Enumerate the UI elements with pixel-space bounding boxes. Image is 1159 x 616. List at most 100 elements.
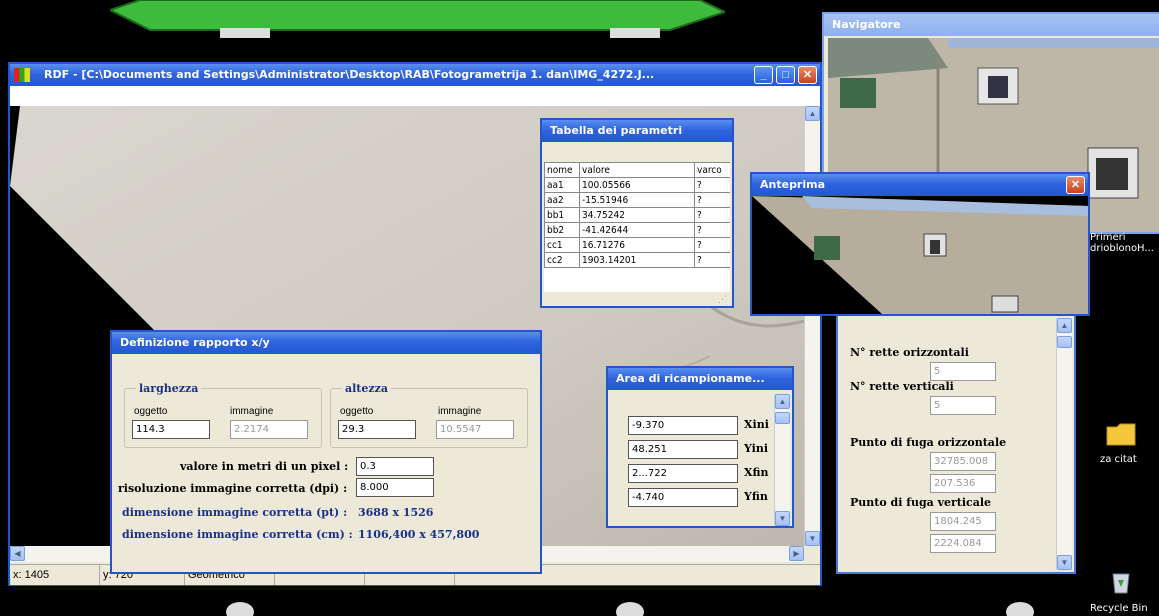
- navigatore-title: Navigatore: [832, 18, 901, 31]
- pixel-input[interactable]: 0.3: [356, 457, 434, 476]
- anteprima-close-button[interactable]: ✕: [1066, 176, 1085, 194]
- table-row[interactable]: cc2 1903.14201?: [544, 252, 730, 268]
- folder-icon: [1106, 423, 1136, 446]
- scroll-down-button[interactable]: ▼: [805, 531, 820, 546]
- cell-varco[interactable]: ?: [694, 207, 730, 223]
- cell-valore[interactable]: 1903.14201: [579, 252, 695, 268]
- anteprima-photo: [752, 196, 1088, 314]
- yfin-label: Yfin: [744, 490, 768, 503]
- scroll-left-button[interactable]: ◀: [10, 546, 25, 561]
- anteprima-window: Anteprima ✕: [750, 172, 1090, 316]
- rette-verticali-label: N° rette verticali: [850, 380, 954, 393]
- app-icon: [14, 68, 30, 82]
- parametri-table: nome valore varco aa1 100.05566? aa2 -15.5…: [544, 162, 730, 268]
- fuga-verticale-y[interactable]: 2224.084: [930, 534, 996, 553]
- rapporto-title: Definizione rapporto x/y: [120, 336, 270, 349]
- area-scroll-thumb[interactable]: [775, 412, 790, 424]
- cell-nome: cc1: [544, 237, 580, 253]
- desktop-folder-icon[interactable]: za citat: [1100, 420, 1150, 470]
- table-row[interactable]: cc1 16.71276?: [544, 237, 730, 253]
- cell-nome: bb2: [544, 222, 580, 238]
- parametri-header-row: nome valore varco: [544, 162, 730, 178]
- anteprima-titlebar[interactable]: Anteprima: [752, 174, 1088, 196]
- desktop-green-banner: [110, 0, 725, 38]
- fuga-orizzontale-x[interactable]: 32785.008: [930, 452, 996, 471]
- area-scrollbar[interactable]: ▲ ▼: [774, 394, 790, 526]
- area-row-list: -9.370 Xini 48.251 Yini 2...722 Xfin -4.…: [612, 396, 772, 524]
- larg-oggetto-input[interactable]: 114.3: [132, 420, 210, 439]
- close-button[interactable]: ✕: [798, 66, 817, 84]
- area-title: Area di ricampioname...: [616, 372, 765, 385]
- xini-label: Xini: [744, 418, 769, 431]
- col-valore[interactable]: valore: [579, 162, 695, 178]
- desktop-icon-label[interactable]: Primeri drioblonoH...: [1090, 232, 1158, 254]
- table-row[interactable]: aa2 -15.51946?: [544, 192, 730, 208]
- cell-valore[interactable]: -41.42644: [579, 222, 695, 238]
- area-scroll-down[interactable]: ▼: [775, 511, 790, 526]
- area-titlebar[interactable]: Area di ricampioname...: [608, 368, 792, 390]
- parametri-titlebar[interactable]: Tabella dei parametri: [542, 120, 732, 142]
- recycle-bin-icon: [1112, 573, 1130, 594]
- dim-px-label: dimensione immagine corretta (pt) :: [122, 506, 348, 519]
- dim-px-value: 3688 x 1526: [358, 506, 434, 519]
- xini-input[interactable]: -9.370: [628, 416, 738, 435]
- rette-scrollbar[interactable]: ▲ ▼: [1056, 318, 1072, 570]
- scroll-up-button[interactable]: ▲: [805, 106, 820, 121]
- navigatore-titlebar[interactable]: Navigatore: [824, 14, 1159, 36]
- dim-cm-label: dimensione immagine corretta (cm) :: [122, 528, 353, 541]
- area-window: Area di ricampioname... -9.370 Xini 48.2…: [606, 366, 794, 528]
- recycle-bin-label: Recycle Bin: [1090, 603, 1148, 614]
- minimize-button[interactable]: _: [754, 66, 773, 84]
- rette-scroll-thumb[interactable]: [1057, 336, 1072, 348]
- cell-valore[interactable]: -15.51946: [579, 192, 695, 208]
- rette-panel: N° rette orizzontali 5 N° rette vertical…: [836, 312, 1076, 574]
- scroll-right-button[interactable]: ▶: [789, 546, 804, 561]
- table-row[interactable]: bb2 -41.42644?: [544, 222, 730, 238]
- larg-immagine-label: immagine: [230, 406, 274, 417]
- xfin-input[interactable]: 2...722: [628, 464, 738, 483]
- cell-valore[interactable]: 100.05566: [579, 177, 695, 193]
- col-varco[interactable]: varco: [694, 162, 730, 178]
- alt-immagine-input[interactable]: 10.5547: [436, 420, 514, 439]
- alt-oggetto-input[interactable]: 29.3: [338, 420, 416, 439]
- table-row[interactable]: aa1 100.05566?: [544, 177, 730, 193]
- fuga-orizzontale-y[interactable]: 207.536: [930, 474, 996, 493]
- alt-immagine-label: immagine: [438, 406, 482, 417]
- resize-grip-icon[interactable]: ⋰: [718, 294, 728, 304]
- col-nome[interactable]: nome: [544, 162, 580, 178]
- desktop-recycle-bin[interactable]: Recycle Bin: [1090, 570, 1156, 616]
- yini-input[interactable]: 48.251: [628, 440, 738, 459]
- rette-orizzontali-input[interactable]: 5: [930, 362, 996, 381]
- rette-scroll-up[interactable]: ▲: [1057, 318, 1072, 333]
- maximize-button[interactable]: □: [776, 66, 795, 84]
- rette-orizzontali-label: N° rette orizzontali: [850, 346, 969, 359]
- cell-varco[interactable]: ?: [694, 252, 730, 268]
- cell-varco[interactable]: ?: [694, 237, 730, 253]
- fuga-verticale-x[interactable]: 1804.245: [930, 512, 996, 531]
- parametri-window: Tabella dei parametri nome valore varco …: [540, 118, 734, 308]
- cell-varco[interactable]: ?: [694, 177, 730, 193]
- yini-label: Yini: [744, 442, 769, 455]
- risoluzione-label: risoluzione immagine corretta (dpi) :: [118, 482, 348, 495]
- larg-immagine-input[interactable]: 2.2174: [230, 420, 308, 439]
- anteprima-preview: [752, 196, 1088, 314]
- risoluzione-input[interactable]: 8.000: [356, 478, 434, 497]
- main-window-title: RDF - [C:\Documents and Settings\Adminis…: [44, 68, 655, 81]
- yfin-input[interactable]: -4.740: [628, 488, 738, 507]
- altezza-label: altezza: [342, 382, 392, 395]
- alt-oggetto-label: oggetto: [340, 406, 374, 417]
- parametri-table-area: nome valore varco aa1 100.05566? aa2 -15.5…: [544, 162, 730, 292]
- rette-verticali-input[interactable]: 5: [930, 396, 996, 415]
- cell-nome: aa1: [544, 177, 580, 193]
- rette-scroll-down[interactable]: ▼: [1057, 555, 1072, 570]
- rapporto-titlebar[interactable]: Definizione rapporto x/y: [112, 332, 540, 354]
- table-row[interactable]: bb1 34.75242?: [544, 207, 730, 223]
- cell-varco[interactable]: ?: [694, 192, 730, 208]
- larg-oggetto-label: oggetto: [134, 406, 168, 417]
- main-window-titlebar[interactable]: RDF - [C:\Documents and Settings\Adminis…: [10, 64, 820, 86]
- cell-varco[interactable]: ?: [694, 222, 730, 238]
- larghezza-label: larghezza: [136, 382, 202, 395]
- cell-valore[interactable]: 16.71276: [579, 237, 695, 253]
- area-scroll-up[interactable]: ▲: [775, 394, 790, 409]
- cell-valore[interactable]: 34.75242: [579, 207, 695, 223]
